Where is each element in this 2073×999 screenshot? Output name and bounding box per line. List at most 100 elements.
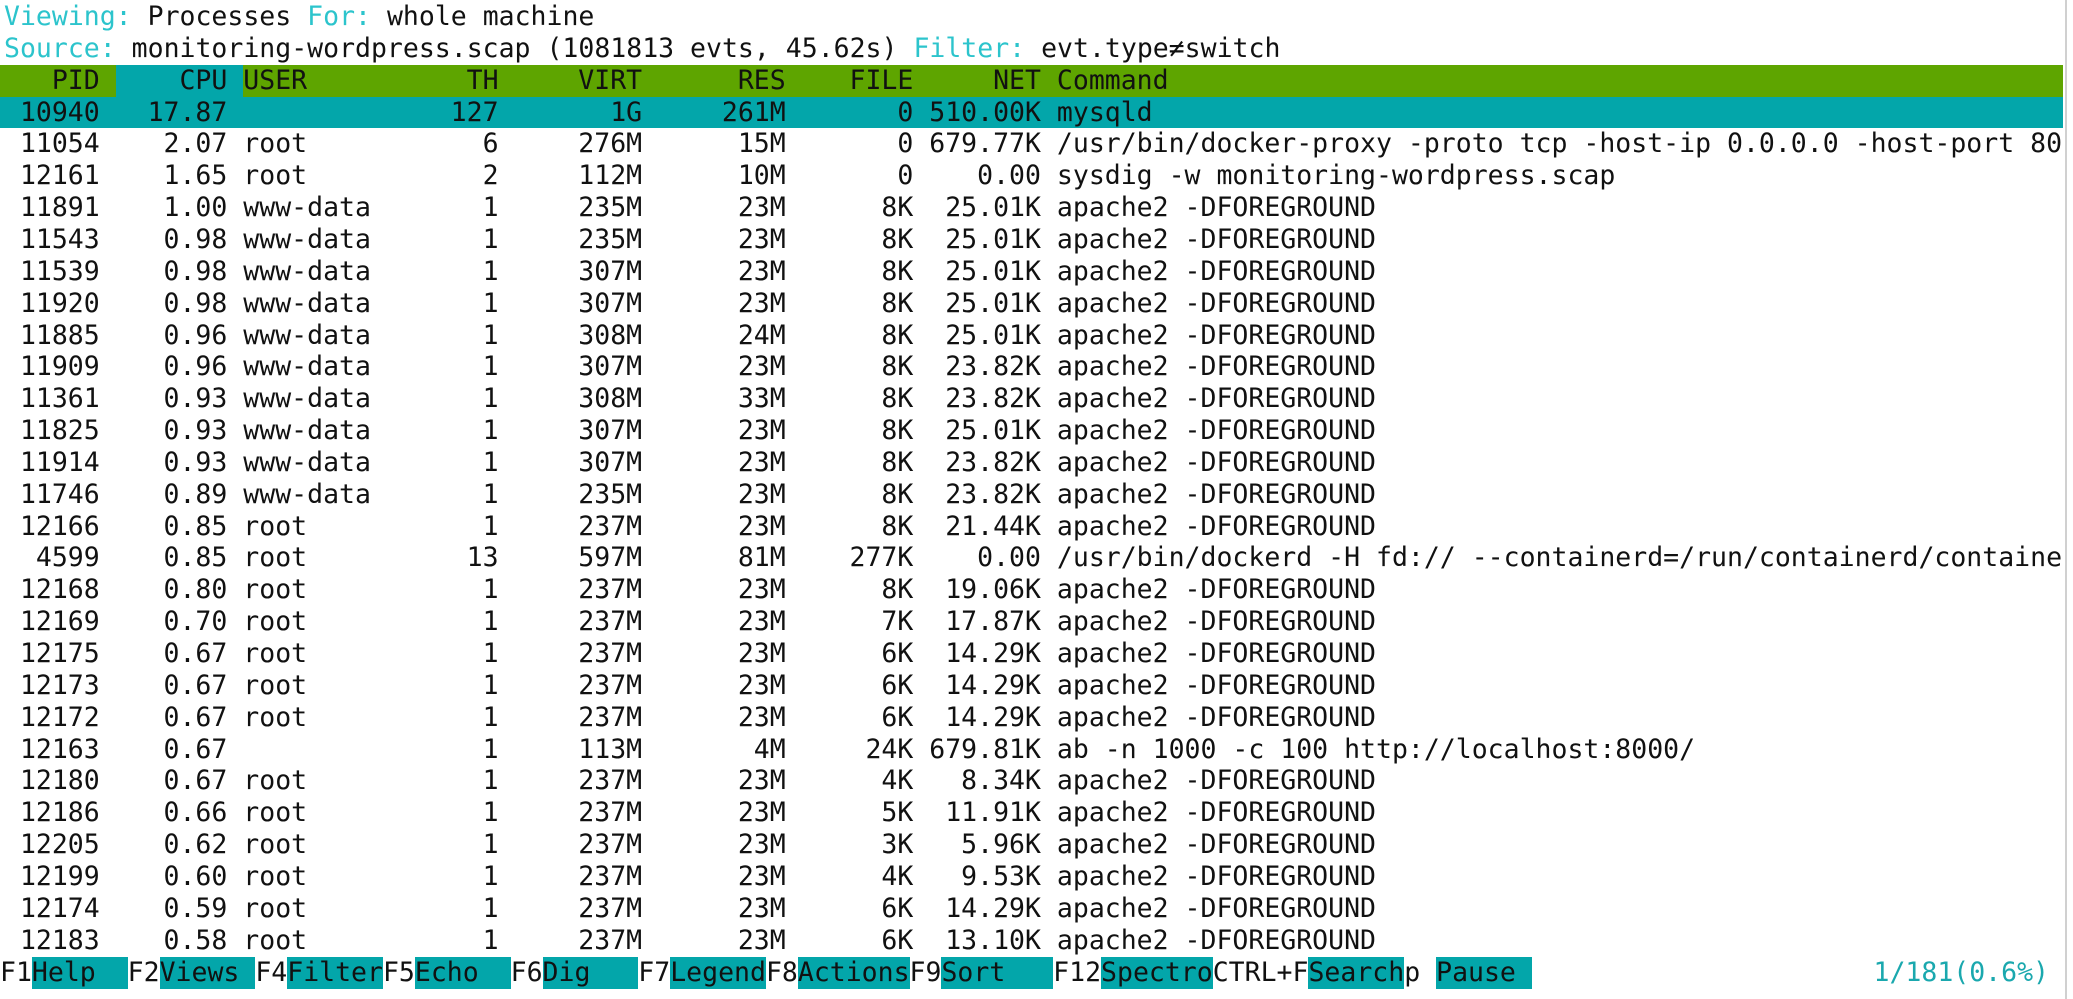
column-header-file[interactable]: FILE bbox=[786, 65, 914, 97]
process-row[interactable]: 11539 0.98 www-data 1 307M 23M 8K 25.01K apache2… bbox=[0, 256, 2063, 288]
process-row[interactable]: 12161 1.65 root 2 112M 10M 0 0.00 sysdig -w moni… bbox=[0, 160, 2063, 192]
process-row[interactable]: 11920 0.98 www-data 1 307M 23M 8K 25.01K apache2… bbox=[0, 288, 2063, 320]
fkey-button-actions[interactable]: F8Actions bbox=[766, 957, 910, 989]
cell-user: root bbox=[243, 160, 308, 192]
fkey-button-dig[interactable]: F6Dig bbox=[511, 957, 639, 989]
cell-pid: 12175 bbox=[19, 638, 100, 669]
cell-th: 13 bbox=[466, 542, 499, 574]
fkey-label: Sort bbox=[941, 957, 1054, 989]
cell-pid: 11914 bbox=[19, 446, 100, 478]
cell-cpu: 0.59 bbox=[163, 892, 228, 924]
cell-command: /usr/bin/docker-proxy -proto tcp -host-i… bbox=[1056, 128, 2063, 160]
column-header-pid[interactable]: PID bbox=[4, 65, 116, 97]
fkey-button-views[interactable]: F2Views bbox=[128, 957, 256, 989]
process-row[interactable]: 11885 0.96 www-data 1 308M 24M 8K 25.01K apache2… bbox=[0, 320, 2063, 352]
fkey-key: F4 bbox=[255, 957, 288, 988]
cell-virt: 237M bbox=[578, 510, 643, 542]
process-row[interactable]: 12175 0.67 root 1 237M 23M 6K 14.29K apache2 -DF… bbox=[0, 638, 2063, 670]
column-header-virt[interactable]: VIRT bbox=[499, 65, 642, 97]
process-row[interactable]: 12172 0.67 root 1 237M 23M 6K 14.29K apache2 -DF… bbox=[0, 702, 2063, 734]
cell-command: apache2 -DFOREGROUND bbox=[1056, 478, 1376, 510]
cell-user: www-data bbox=[243, 446, 371, 478]
cell-pid: 12173 bbox=[19, 669, 100, 701]
cell-virt: 235M bbox=[578, 478, 643, 510]
cell-cpu: 0.58 bbox=[163, 924, 228, 956]
process-row[interactable]: 12174 0.59 root 1 237M 23M 6K 14.29K apache2 -DF… bbox=[0, 893, 2063, 925]
cell-user: root bbox=[243, 510, 308, 542]
cell-pid: 11885 bbox=[19, 319, 100, 351]
cell-net: 0.00 bbox=[977, 542, 1041, 574]
process-row[interactable]: 11891 1.00 www-data 1 235M 23M 8K 25.01K apache2… bbox=[0, 192, 2063, 224]
cell-res: 81M bbox=[737, 542, 786, 574]
cell-net: 510.00K bbox=[929, 96, 1041, 128]
fkey-label: Echo bbox=[414, 957, 511, 989]
process-row[interactable]: 11825 0.93 www-data 1 307M 23M 8K 25.01K apache2… bbox=[0, 415, 2063, 447]
column-header-th[interactable]: TH bbox=[419, 65, 499, 97]
cell-res: 23M bbox=[737, 765, 786, 797]
cell-pid: 12174 bbox=[19, 892, 100, 924]
process-row[interactable]: 12205 0.62 root 1 237M 23M 3K 5.96K apache2 -DFO… bbox=[0, 829, 2063, 861]
cell-virt: 597M bbox=[578, 542, 643, 574]
cell-file: 8K bbox=[881, 351, 914, 383]
process-row[interactable]: 12186 0.66 root 1 237M 23M 5K 11.91K apache2 -DF… bbox=[0, 797, 2063, 829]
cell-command: apache2 -DFOREGROUND bbox=[1056, 415, 1376, 447]
fkey-key: F9 bbox=[909, 957, 942, 988]
fkey-key: F1 bbox=[0, 957, 32, 988]
fkey-label: Actions bbox=[797, 957, 910, 989]
cell-virt: 276M bbox=[578, 128, 643, 160]
column-header-res[interactable]: RES bbox=[642, 65, 786, 97]
column-header-row: PID CPU USER TH VIRT RES FILE NET Command bbox=[0, 64, 2063, 97]
column-header-command[interactable]: Command bbox=[1057, 65, 1169, 97]
cell-command: apache2 -DFOREGROUND bbox=[1056, 701, 1376, 733]
cell-virt: 307M bbox=[578, 446, 643, 478]
fkey-button-sort[interactable]: F9Sort bbox=[909, 957, 1054, 989]
cell-file: 8K bbox=[881, 446, 914, 478]
cell-th: 1 bbox=[482, 606, 499, 638]
cell-res: 23M bbox=[737, 446, 786, 478]
process-row[interactable]: 12168 0.80 root 1 237M 23M 8K 19.06K apache2 -DF… bbox=[0, 574, 2063, 606]
process-row[interactable]: 12173 0.67 root 1 237M 23M 6K 14.29K apache2 -DF… bbox=[0, 670, 2063, 702]
cell-user: root bbox=[243, 669, 308, 701]
column-header-user[interactable]: USER bbox=[243, 65, 418, 97]
process-row[interactable]: 12180 0.67 root 1 237M 23M 4K 8.34K apache2 -DFO… bbox=[0, 765, 2063, 797]
process-row[interactable]: 12199 0.60 root 1 237M 23M 4K 9.53K apache2 -DFO… bbox=[0, 861, 2063, 893]
cell-user: root bbox=[243, 574, 308, 606]
process-row[interactable]: 11543 0.98 www-data 1 235M 23M 8K 25.01K apache2… bbox=[0, 224, 2063, 256]
cell-command: apache2 -DFOREGROUND bbox=[1056, 860, 1376, 892]
process-row[interactable]: 11054 2.07 root 6 276M 15M 0 679.77K/usr/bin/do… bbox=[0, 128, 2063, 160]
process-row[interactable]: 10940 17.87 127 1G 261M 0 510.00K mysqld bbox=[0, 96, 2063, 129]
cell-virt: 237M bbox=[578, 638, 643, 669]
process-row[interactable]: 12166 0.85 root 1 237M 23M 8K 21.44K apache2 -DF… bbox=[0, 511, 2063, 543]
fkey-button-echo[interactable]: F5Echo bbox=[383, 957, 511, 989]
process-row[interactable]: 12183 0.58 root 1 237M 23M 6K 13.10K apache2 -DF… bbox=[0, 925, 2063, 957]
fkey-label: Pause bbox=[1436, 957, 1532, 989]
cell-cpu: 1.65 bbox=[163, 160, 228, 192]
cell-net: 679.77K bbox=[929, 128, 1041, 160]
process-row[interactable]: 11914 0.93 www-data 1 307M 23M 8K 23.82K apache2… bbox=[0, 447, 2063, 479]
process-row[interactable]: 12163 0.67 1 113M 4M 24K 679.81K ab -n 1000 -c … bbox=[0, 734, 2063, 766]
process-row[interactable]: 11361 0.93 www-data 1 308M 33M 8K 23.82K apache2… bbox=[0, 383, 2063, 415]
fkey-button-legend[interactable]: F7Legend bbox=[638, 957, 766, 989]
cell-res: 23M bbox=[737, 574, 786, 606]
cell-file: 6K bbox=[881, 701, 914, 733]
cell-user: www-data bbox=[243, 319, 371, 351]
fkey-button-help[interactable]: F1Help bbox=[0, 957, 128, 989]
cell-file: 8K bbox=[881, 415, 914, 447]
process-row[interactable]: 12169 0.70 root 1 237M 23M 7K 17.87K apache2 -DF… bbox=[0, 606, 2063, 638]
cell-command: mysqld bbox=[1056, 96, 1153, 128]
process-row[interactable]: 11909 0.96 www-data 1 307M 23M 8K 23.82K apache2… bbox=[0, 351, 2063, 383]
cell-file: 4K bbox=[881, 860, 914, 892]
process-row[interactable]: 11746 0.89 www-data 1 235M 23M 8K 23.82K apache2… bbox=[0, 479, 2063, 511]
column-header-cpu[interactable]: CPU bbox=[115, 64, 244, 97]
fkey-button-pause[interactable]: p Pause bbox=[1404, 957, 1532, 989]
cell-res: 261M bbox=[721, 96, 786, 128]
fkey-button-search[interactable]: CTRL+FSearch bbox=[1213, 957, 1405, 989]
cell-res: 23M bbox=[737, 223, 786, 255]
cell-user: root bbox=[243, 606, 308, 638]
fkey-button-filter[interactable]: F4Filter bbox=[255, 957, 383, 989]
fkey-button-spectro[interactable]: F12Spectro bbox=[1053, 957, 1213, 989]
column-header-net[interactable]: NET bbox=[913, 65, 1041, 97]
process-row[interactable]: 4599 0.85 root 13 597M 81M 277K 0.00/usr/bin/do… bbox=[0, 542, 2063, 574]
cell-user: root bbox=[243, 542, 308, 574]
scrollbar[interactable] bbox=[2065, 0, 2067, 999]
